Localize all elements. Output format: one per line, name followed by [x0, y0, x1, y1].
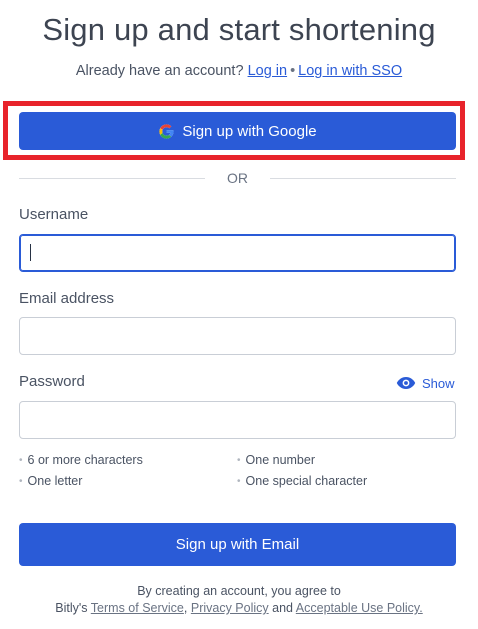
requirement-item: • One number [237, 453, 315, 467]
username-input[interactable] [19, 234, 456, 272]
login-sso-link[interactable]: Log in with SSO [298, 63, 402, 79]
terms-prefix: Bitly's [55, 601, 88, 615]
terms-and: and [272, 601, 293, 615]
show-label: Show [422, 375, 455, 391]
google-g-icon [158, 123, 175, 140]
privacy-policy-link[interactable]: Privacy Policy [191, 601, 269, 615]
or-divider: OR [19, 168, 456, 188]
divider-line-right [270, 177, 456, 179]
email-input[interactable] [19, 317, 456, 355]
requirement-text: One number [245, 453, 315, 467]
bullet-icon: • [237, 454, 241, 466]
separator-dot: • [290, 63, 296, 79]
username-label: Username [19, 206, 89, 223]
acceptable-use-policy-link[interactable]: Acceptable Use Policy. [296, 601, 423, 615]
divider-line-left [19, 177, 205, 179]
signup-page: Sign up and start shortening Already hav… [0, 0, 478, 629]
email-signup-button[interactable]: Sign up with Email [19, 523, 456, 566]
bullet-icon: • [237, 475, 241, 487]
bullet-icon: • [19, 475, 23, 487]
email-label: Email address [19, 290, 115, 307]
page-title: Sign up and start shortening [42, 12, 436, 47]
password-input[interactable] [19, 401, 456, 439]
password-label: Password [19, 373, 85, 390]
requirement-text: 6 or more characters [27, 453, 143, 467]
login-prompt: Already have an account? Log in • Log in w… [0, 63, 478, 79]
eye-icon [396, 376, 416, 390]
google-signup-label: Sign up with Google [182, 122, 317, 140]
or-text: OR [227, 170, 248, 186]
bullet-icon: • [19, 454, 23, 466]
text-caret [30, 244, 31, 261]
terms-line-2: Bitly's Terms of Service, Privacy Policy… [0, 601, 478, 615]
account-prompt-text: Already have an account? [75, 63, 244, 79]
requirement-item: • One letter [19, 474, 82, 488]
terms-of-service-link[interactable]: Terms of Service [91, 601, 184, 615]
show-password-toggle[interactable]: Show [396, 374, 455, 392]
terms-comma: , [183, 601, 188, 615]
requirement-text: One letter [27, 474, 83, 488]
login-link[interactable]: Log in [248, 63, 288, 79]
google-signup-button[interactable]: Sign up with Google [19, 112, 456, 150]
terms-line-1: By creating an account, you agree to [137, 584, 341, 598]
email-signup-label: Sign up with Email [175, 536, 300, 553]
requirement-item: • One special character [237, 474, 367, 488]
requirement-item: • 6 or more characters [19, 453, 143, 467]
requirement-text: One special character [245, 474, 368, 488]
